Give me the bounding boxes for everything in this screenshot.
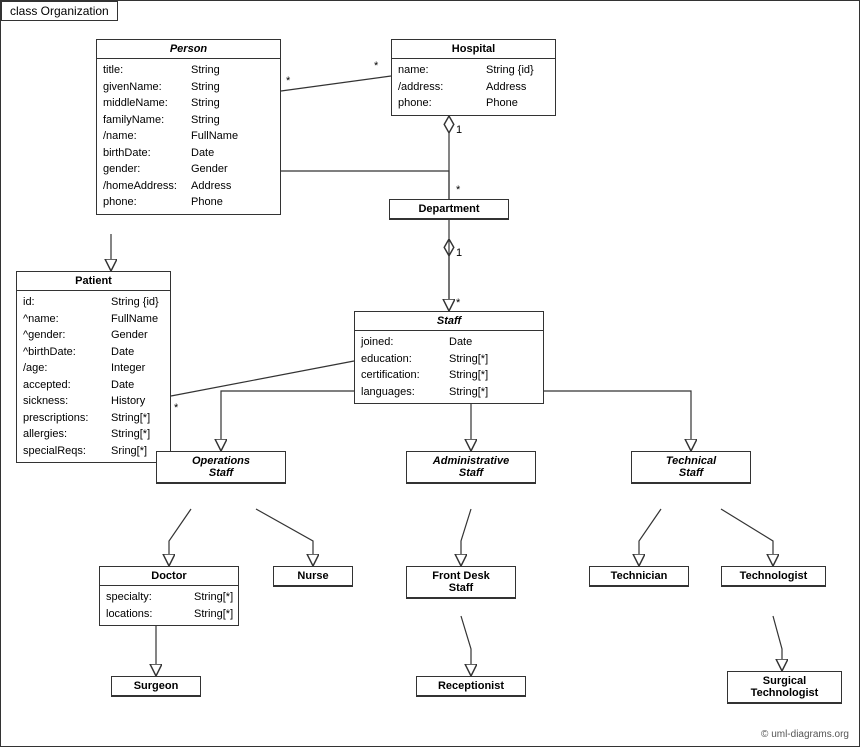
svg-text:1: 1 <box>456 247 462 259</box>
operations-staff-class: OperationsStaff <box>156 451 286 484</box>
administrative-staff-class: AdministrativeStaff <box>406 451 536 484</box>
technical-staff-class-header: TechnicalStaff <box>632 452 750 483</box>
svg-text:*: * <box>374 60 379 72</box>
doctor-class-header: Doctor <box>100 567 238 586</box>
technical-staff-class: TechnicalStaff <box>631 451 751 484</box>
svg-text:*: * <box>286 75 291 87</box>
patient-class-body: id:String {id} ^name:FullName ^gender:Ge… <box>17 291 170 462</box>
front-desk-staff-class: Front DeskStaff <box>406 566 516 599</box>
svg-text:*: * <box>456 297 461 309</box>
surgeon-class: Surgeon <box>111 676 201 697</box>
person-class-body: title:String givenName:String middleName… <box>97 59 280 214</box>
surgical-technologist-class-header: SurgicalTechnologist <box>728 672 841 703</box>
surgeon-class-header: Surgeon <box>112 677 200 696</box>
receptionist-class-header: Receptionist <box>417 677 525 696</box>
technologist-class: Technologist <box>721 566 826 587</box>
nurse-class-header: Nurse <box>274 567 352 586</box>
administrative-staff-class-header: AdministrativeStaff <box>407 452 535 483</box>
department-class-header: Department <box>390 200 508 219</box>
staff-class-body: joined:Date education:String[*] certific… <box>355 331 543 403</box>
diagram-title: class Organization <box>1 1 118 21</box>
doctor-class: Doctor specialty:String[*] locations:Str… <box>99 566 239 626</box>
receptionist-class: Receptionist <box>416 676 526 697</box>
svg-text:1: 1 <box>456 124 462 136</box>
surgical-technologist-class: SurgicalTechnologist <box>727 671 842 704</box>
staff-class: Staff joined:Date education:String[*] ce… <box>354 311 544 404</box>
hospital-class-header: Hospital <box>392 40 555 59</box>
person-class-header: Person <box>97 40 280 59</box>
doctor-class-body: specialty:String[*] locations:String[*] <box>100 586 238 625</box>
copyright: © uml-diagrams.org <box>761 729 849 740</box>
operations-staff-class-header: OperationsStaff <box>157 452 285 483</box>
person-class: Person title:String givenName:String mid… <box>96 39 281 215</box>
front-desk-staff-class-header: Front DeskStaff <box>407 567 515 598</box>
hospital-class: Hospital name:String {id} /address:Addre… <box>391 39 556 116</box>
svg-text:*: * <box>456 184 461 196</box>
patient-class-header: Patient <box>17 272 170 291</box>
hospital-class-body: name:String {id} /address:Address phone:… <box>392 59 555 115</box>
diagram-container: class Organization * * 1 * <box>0 0 860 747</box>
technician-class-header: Technician <box>590 567 688 586</box>
department-class: Department <box>389 199 509 220</box>
staff-class-header: Staff <box>355 312 543 331</box>
svg-text:*: * <box>174 402 179 414</box>
nurse-class: Nurse <box>273 566 353 587</box>
technician-class: Technician <box>589 566 689 587</box>
technologist-class-header: Technologist <box>722 567 825 586</box>
patient-class: Patient id:String {id} ^name:FullName ^g… <box>16 271 171 463</box>
